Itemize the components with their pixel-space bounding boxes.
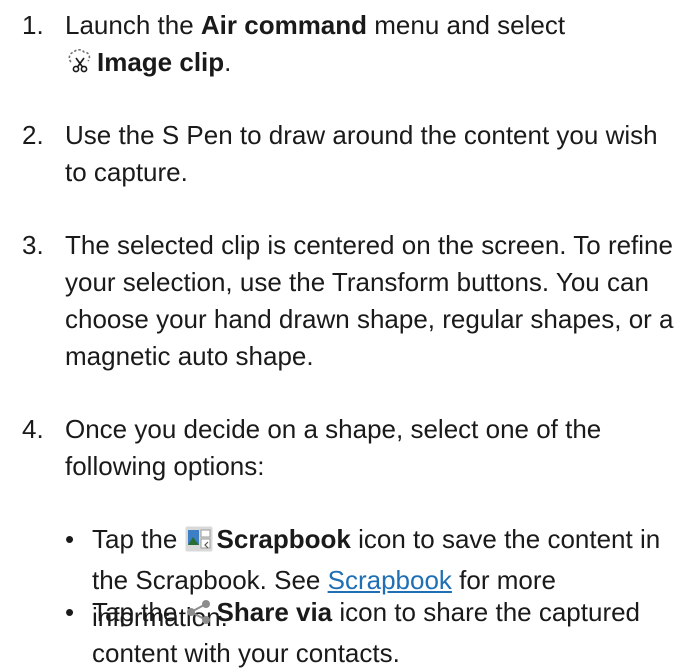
scrapbook-label: Scrapbook: [216, 524, 351, 554]
image-clip-icon: [65, 47, 93, 85]
option-share-via: • Tap the Share via icon to share the ca…: [65, 594, 685, 672]
scrapbook-icon: [185, 525, 213, 562]
step-3: 3. The selected clip is centered on the …: [22, 227, 682, 375]
step-text-part: .: [224, 47, 232, 77]
step-4: 4. Once you decide on a shape, select on…: [22, 411, 682, 485]
air-command-label: Air command: [200, 10, 368, 40]
step-1: 1. Launch the Air command menu and selec…: [22, 7, 682, 85]
option-text-part: Tap the: [92, 524, 185, 554]
step-number: 2.: [22, 120, 44, 150]
share-via-label: Share via: [216, 597, 333, 627]
step-text-part: menu and select: [367, 10, 566, 40]
step-text: The selected clip is centered on the scr…: [65, 230, 674, 371]
image-clip-label: Image clip: [97, 47, 225, 77]
step-text: Launch the Air command menu and select I…: [65, 7, 682, 85]
step-text-part: Launch the: [65, 10, 201, 40]
step-number: 3.: [22, 230, 44, 260]
step-number: 1.: [22, 10, 44, 40]
step-text: Use the S Pen to draw around the content…: [65, 120, 658, 187]
scrapbook-link[interactable]: Scrapbook: [328, 565, 452, 595]
share-icon: [185, 598, 213, 635]
step-2: 2. Use the S Pen to draw around the cont…: [22, 117, 682, 191]
bullet: •: [65, 597, 75, 627]
step-text: Once you decide on a shape, select one o…: [65, 414, 602, 481]
step-number: 4.: [22, 414, 44, 444]
option-text-part: Tap the: [92, 597, 185, 627]
bullet: •: [65, 524, 75, 554]
option-text: Tap the Share via icon to share the capt…: [92, 594, 685, 672]
